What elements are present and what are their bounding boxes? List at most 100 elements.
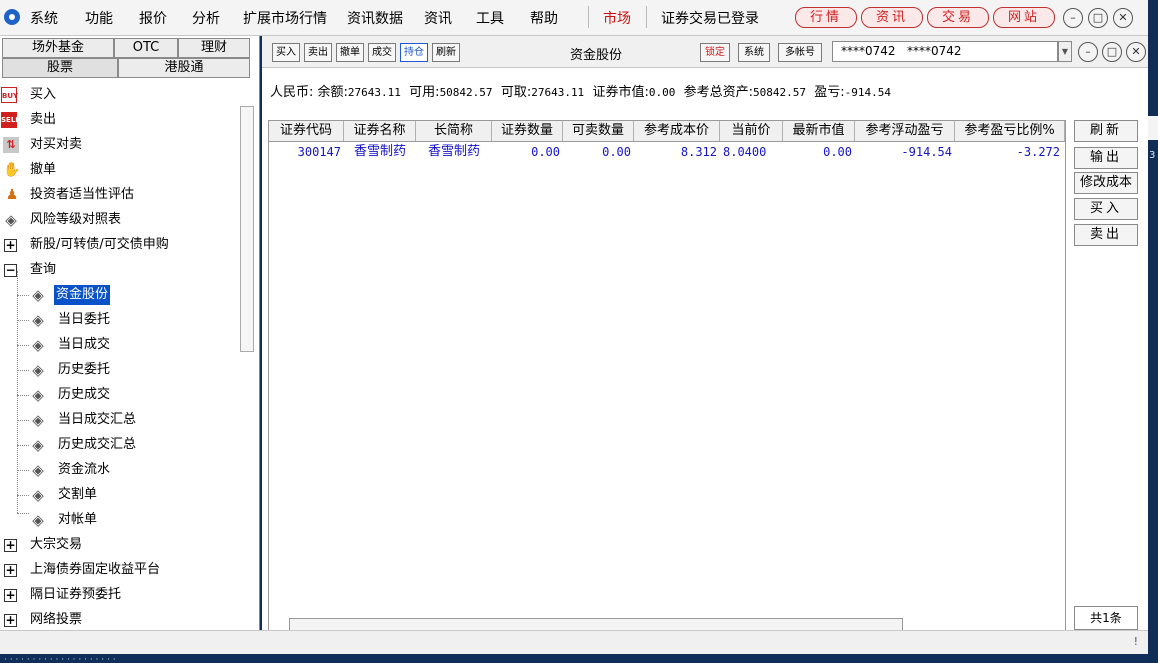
balance-value: 27643.11 [347,86,401,99]
expand-icon[interactable]: + [4,564,17,577]
col-code[interactable]: 证券代码 [269,121,344,141]
menu-info[interactable]: 资讯 [424,8,452,28]
panel-minimize-icon[interactable]: – [1078,42,1098,62]
col-market-value[interactable]: 最新市值 [783,121,855,141]
pill-trade[interactable]: 交易 [927,7,989,28]
tree-connector [17,495,29,496]
col-cost-price[interactable]: 参考成本价 [634,121,720,141]
tab-otc[interactable]: OTC [114,38,178,58]
lock-button[interactable]: 锁定 [700,43,730,62]
tree-item-label: 当日成交 [58,337,111,352]
col-sellable[interactable]: 可卖数量 [563,121,634,141]
cell-market-value: 0.00 [823,145,852,159]
tree-scrollbar[interactable] [240,106,254,352]
tab-stock[interactable]: 股票 [2,58,118,78]
tree-item-label: 上海债券固定收益平台 [30,562,161,577]
restore-icon[interactable]: □ [1088,8,1108,28]
menu-extended-market[interactable]: 扩展市场行情 [243,8,327,28]
expand-icon[interactable]: + [4,589,17,602]
account-select[interactable]: ****0742 ****0742 [832,41,1058,62]
menu-tools[interactable]: 工具 [476,8,504,28]
col-floating-pnl[interactable]: 参考浮动盈亏 [855,121,955,141]
tree-item-label: 隔日证券预委托 [30,587,122,602]
diamond-icon: ◈ [32,361,44,379]
pill-info[interactable]: 资讯 [861,7,923,28]
modify-cost-button[interactable]: 修改成本 [1074,172,1138,194]
tab-otc-fund[interactable]: 场外基金 [2,38,114,58]
expand-icon[interactable]: + [4,239,17,252]
cancel-hand-icon: ✋ [3,162,21,178]
pill-quote[interactable]: 行情 [795,7,857,28]
holdings-button[interactable]: 持仓 [400,43,428,62]
menu-divider [646,6,647,28]
cell-cost-price: 8.312 [680,145,717,159]
sell-side-button[interactable]: 卖出 [1074,224,1138,246]
account-summary: 人民币: 余额:27643.11 可用:50842.57 可取:27643.11… [270,81,891,100]
expand-icon[interactable]: + [4,614,17,627]
tree-item-label: 当日成交汇总 [58,412,137,427]
panel-restore-icon[interactable]: □ [1102,42,1122,62]
refresh-button[interactable]: 刷新 [432,43,460,62]
menu-function[interactable]: 功能 [85,8,113,28]
cell-name: 香雪制药 [353,144,406,159]
tree-connector [17,320,29,321]
market-value-label: 证券市值: [592,85,649,100]
cell-long-name: 香雪制药 [427,144,480,159]
person-icon: ♟ [5,187,19,203]
export-button[interactable]: 输出 [1074,147,1138,169]
expand-icon[interactable]: + [4,539,17,552]
sell-button[interactable]: 卖出 [304,43,332,62]
pill-website[interactable]: 网站 [993,7,1055,28]
tree-connector [17,345,29,346]
system-button[interactable]: 系统 [738,43,770,62]
table-header: 证券代码 证券名称 长简称 证券数量 可卖数量 参考成本价 当前价 最新市值 参… [269,120,1065,142]
menu-bar: 系统 功能 报价 分析 扩展市场行情 资讯数据 资讯 工具 帮助 市场 证券交易… [0,0,1148,36]
buy-icon: BUY [1,87,18,103]
chevron-down-icon[interactable]: ▼ [1058,41,1072,62]
diamond-icon: ◈ [32,436,44,454]
status-bar: ! [0,630,1148,654]
table-row[interactable]: 300147 香雪制药 香雪制药 0.00 0.00 8.312 8.0400 … [269,142,1065,162]
menu-quote[interactable]: 报价 [139,8,167,28]
col-name[interactable]: 证券名称 [344,121,416,141]
refresh-side-button[interactable]: 刷新 [1074,120,1138,142]
tree-item-label: 对买对卖 [30,137,83,152]
tab-hk-connect[interactable]: 港股通 [118,58,250,78]
buy-side-button[interactable]: 买入 [1074,198,1138,220]
col-pnl-ratio[interactable]: 参考盈亏比例% [955,121,1065,141]
total-assets-label: 参考总资产: [683,85,753,100]
col-long-name[interactable]: 长简称 [416,121,492,141]
cancel-order-button[interactable]: 撤单 [336,43,364,62]
panel-close-icon[interactable]: ✕ [1126,42,1146,62]
tree-item-label: 交割单 [58,487,98,502]
tree-connector [17,445,29,446]
withdrawable-value: 27643.11 [531,86,585,99]
tree-connector [17,271,18,513]
col-quantity[interactable]: 证券数量 [492,121,563,141]
menu-system[interactable]: 系统 [30,8,58,28]
status-indicator: ! [1133,635,1138,648]
deals-button[interactable]: 成交 [368,43,396,62]
row-count: 共1条 [1074,606,1138,630]
tree-item-label: 投资者适当性评估 [30,187,135,202]
menu-info-data[interactable]: 资讯数据 [347,8,403,28]
minimize-icon[interactable]: – [1063,8,1083,28]
col-current-price[interactable]: 当前价 [720,121,783,141]
cell-floating-pnl: -914.54 [901,145,952,159]
tree-item-label: 网络投票 [30,612,83,627]
collapse-icon[interactable]: − [4,264,17,277]
buy-button[interactable]: 买入 [272,43,300,62]
menu-help[interactable]: 帮助 [530,8,558,28]
diamond-icon: ◈ [32,486,44,504]
menu-market[interactable]: 市场 [603,8,631,28]
pnl-value: -914.54 [844,86,891,99]
tree-connector [17,513,29,514]
menu-analysis[interactable]: 分析 [192,8,220,28]
tab-wealth[interactable]: 理财 [178,38,250,58]
tree-connector [17,420,29,421]
desktop-edge: 3 [1148,0,1158,663]
left-panel: 场外基金 OTC 理财 股票 港股通 BUY 买入 SELL 卖出 ⇅ 对买对卖… [0,36,260,630]
close-icon[interactable]: ✕ [1113,8,1133,28]
multi-account-button[interactable]: 多帐号 [778,43,822,62]
diamond-icon: ◈ [32,411,44,429]
